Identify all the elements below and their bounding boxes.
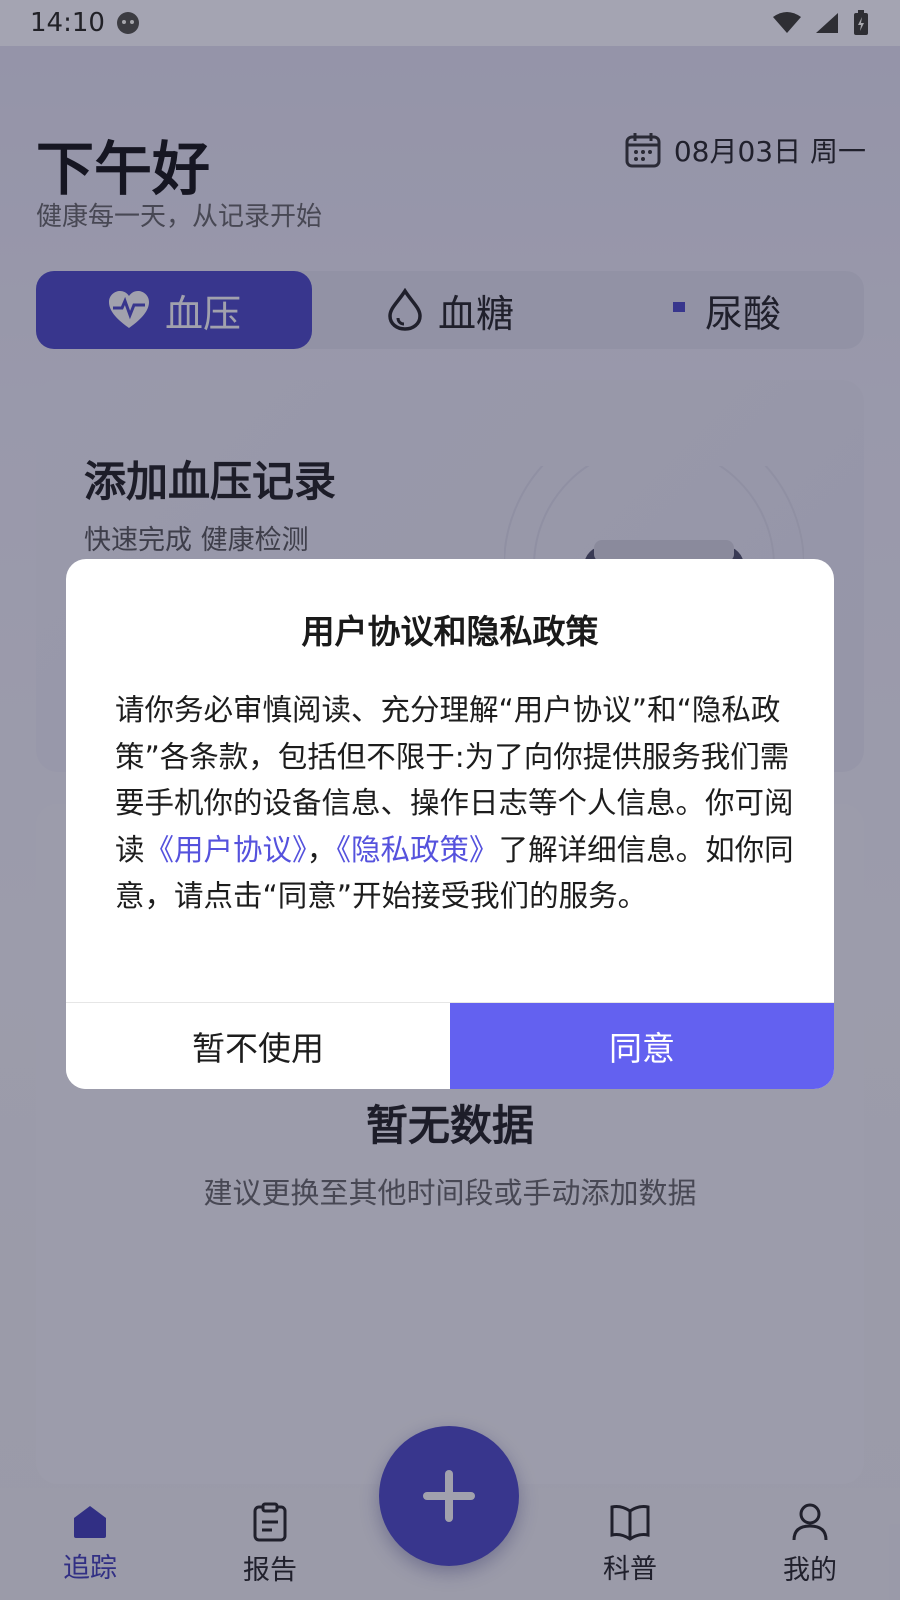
user-agreement-link[interactable]: 《用户协议》 (145, 833, 307, 867)
agree-button[interactable]: 同意 (450, 1003, 834, 1089)
dialog-body: 请你务必审慎阅读、充分理解“用户协议”和“隐私政策”各条款，包括但不限于:为了向… (115, 687, 795, 920)
decline-button[interactable]: 暂不使用 (66, 1003, 450, 1089)
status-bar-dim (0, 0, 900, 46)
privacy-dialog: 用户协议和隐私政策 请你务必审慎阅读、充分理解“用户协议”和“隐私政策”各条款，… (66, 559, 834, 1089)
dialog-buttons: 暂不使用 同意 (66, 1002, 834, 1089)
privacy-policy-link[interactable]: 《隐私政策》 (336, 833, 498, 867)
home-page: 14:10 下午好 健康每一天，从记录开始 08月03日 周一 血压 血糖 尿酸… (0, 0, 900, 1600)
dialog-title: 用户协议和隐私政策 (301, 612, 599, 651)
dialog-separator: ， (306, 832, 337, 867)
